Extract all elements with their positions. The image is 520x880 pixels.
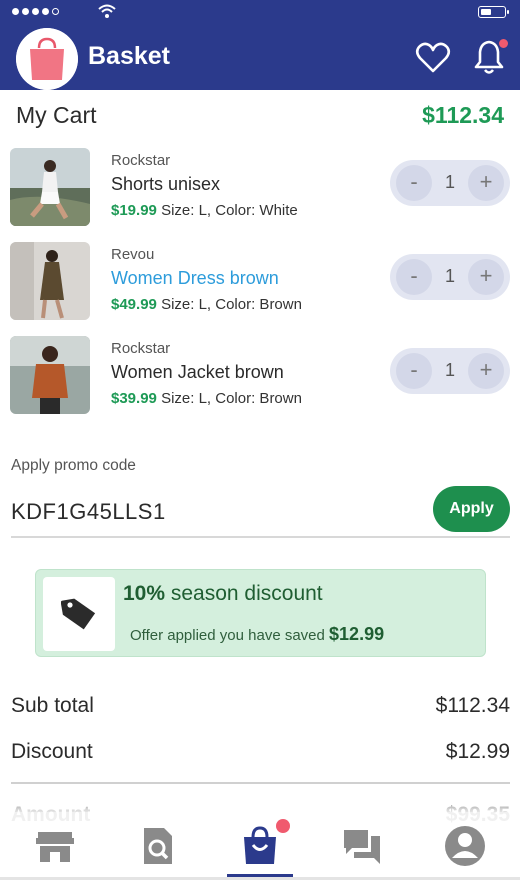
product-brand: Rockstar	[111, 152, 171, 169]
product-details: Size: L, Color: White	[161, 202, 298, 219]
discount-saved: $12.99	[329, 624, 385, 644]
product-image[interactable]	[10, 336, 90, 414]
product-meta: $19.99 Size: L, Color: White	[111, 202, 298, 219]
cart-title: My Cart	[16, 102, 97, 128]
increase-button[interactable]: +	[468, 259, 504, 295]
promo-underline	[11, 536, 510, 538]
cart-item: Rockstar Shorts unisex $19.99 Size: L, C…	[0, 148, 520, 238]
discount-title: 10% season discount	[123, 582, 323, 606]
status-bar	[0, 0, 520, 22]
battery-icon	[478, 6, 509, 18]
nav-chat[interactable]	[340, 824, 384, 868]
wifi-icon	[98, 4, 116, 18]
product-meta: $39.99 Size: L, Color: Brown	[111, 390, 302, 407]
promo-label: Apply promo code	[11, 457, 136, 474]
apply-button[interactable]: Apply	[433, 486, 510, 532]
product-name[interactable]: Shorts unisex	[111, 174, 220, 195]
cart-item: Revou Women Dress brown $49.99 Size: L, …	[0, 242, 520, 332]
bottom-nav	[0, 812, 520, 880]
discount-subtitle: Offer applied you have saved $12.99	[130, 624, 384, 645]
product-image[interactable]	[10, 242, 90, 320]
chat-icon	[344, 830, 380, 864]
notification-badge	[498, 38, 509, 49]
discount-label: season discount	[170, 582, 323, 605]
product-price: $19.99	[111, 202, 157, 219]
discount-row-value: $12.99	[445, 740, 510, 763]
nav-search[interactable]	[136, 824, 180, 868]
product-name[interactable]: Women Dress brown	[111, 268, 279, 289]
totals-divider	[11, 782, 510, 784]
discount-percent: 10%	[123, 582, 166, 605]
nav-profile[interactable]	[443, 824, 487, 868]
basket-badge	[276, 819, 290, 833]
product-details: Size: L, Color: Brown	[161, 390, 302, 407]
promo-code-input[interactable]	[11, 496, 411, 528]
increase-button[interactable]: +	[468, 353, 504, 389]
page-title: Basket	[88, 42, 170, 70]
store-icon	[36, 832, 74, 862]
product-brand: Revou	[111, 246, 155, 263]
tag-icon-box	[43, 577, 115, 651]
quantity-stepper: - 1 +	[390, 160, 510, 206]
app-logo	[16, 28, 78, 90]
signal-icon	[12, 8, 59, 15]
subtotal-label: Sub total	[11, 694, 94, 717]
search-icon	[144, 828, 172, 864]
increase-button[interactable]: +	[468, 165, 504, 201]
quantity-stepper: - 1 +	[390, 254, 510, 300]
discount-row-label: Discount	[11, 740, 93, 763]
heart-icon[interactable]	[415, 42, 451, 74]
cart-total: $112.34	[422, 102, 504, 128]
basket-icon	[244, 826, 276, 864]
quantity-stepper: - 1 +	[390, 348, 510, 394]
nav-store[interactable]	[33, 824, 77, 868]
product-name[interactable]: Women Jacket brown	[111, 362, 284, 383]
tag-icon	[61, 598, 96, 630]
discount-note: Offer applied you have saved	[130, 627, 325, 644]
cart-item: Rockstar Women Jacket brown $39.99 Size:…	[0, 336, 520, 426]
discount-card: 10% season discount Offer applied you ha…	[35, 569, 486, 657]
product-price: $49.99	[111, 296, 157, 313]
product-details: Size: L, Color: Brown	[161, 296, 302, 313]
subtotal-value: $112.34	[435, 694, 510, 717]
product-price: $39.99	[111, 390, 157, 407]
nav-basket[interactable]	[238, 824, 282, 868]
app-header: Basket	[0, 22, 520, 90]
product-image[interactable]	[10, 148, 90, 226]
product-meta: $49.99 Size: L, Color: Brown	[111, 296, 302, 313]
product-brand: Rockstar	[111, 340, 171, 357]
profile-icon	[445, 826, 485, 866]
